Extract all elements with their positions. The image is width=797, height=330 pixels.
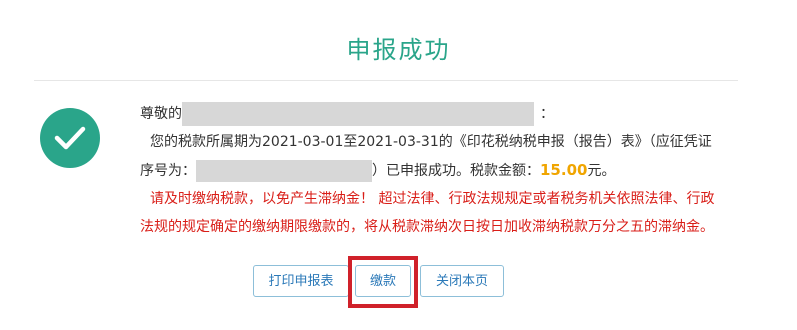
redacted-serial-number [196,160,372,182]
period-line: 您的税款所属期为2021-03-01至2021-03-31的《印花税纳税申报（报… [150,134,712,150]
message-body: 尊敬的 ： 您的税款所属期为2021-03-01至2021-03-31的《印花税纳… [140,100,740,241]
success-text: ）已申报成功。税款金额： [372,163,540,179]
amount-unit: 元。 [587,163,616,179]
greeting-line: 尊敬的 ： [140,100,740,128]
highlight-annotation [348,256,418,308]
divider [34,80,738,81]
amount-line: 序号为： ）已申报成功。税款金额：15.00元。 [140,156,740,185]
greeting-suffix: ： [540,106,554,122]
warning-line-1: 请及时缴纳税款，以免产生滞纳金！ 超过法律、行政法规规定或者税务机关依照法律、行… [150,191,715,207]
warning-line-2: 法规的规定确定的缴纳期限缴款的，将从税款滞纳次日按日加收滞纳税款万分之五的滞纳金… [140,219,714,235]
close-page-button[interactable]: 关闭本页 [420,265,504,297]
page-title: 申报成功 [346,36,451,64]
print-declaration-button[interactable]: 打印申报表 [253,265,349,297]
greeting-prefix: 尊敬的 [140,106,182,122]
serial-label: 序号为： [140,163,196,179]
redacted-taxpayer-name [182,102,534,126]
tax-amount: 15.00 [540,161,588,179]
check-circle-icon [40,108,100,168]
